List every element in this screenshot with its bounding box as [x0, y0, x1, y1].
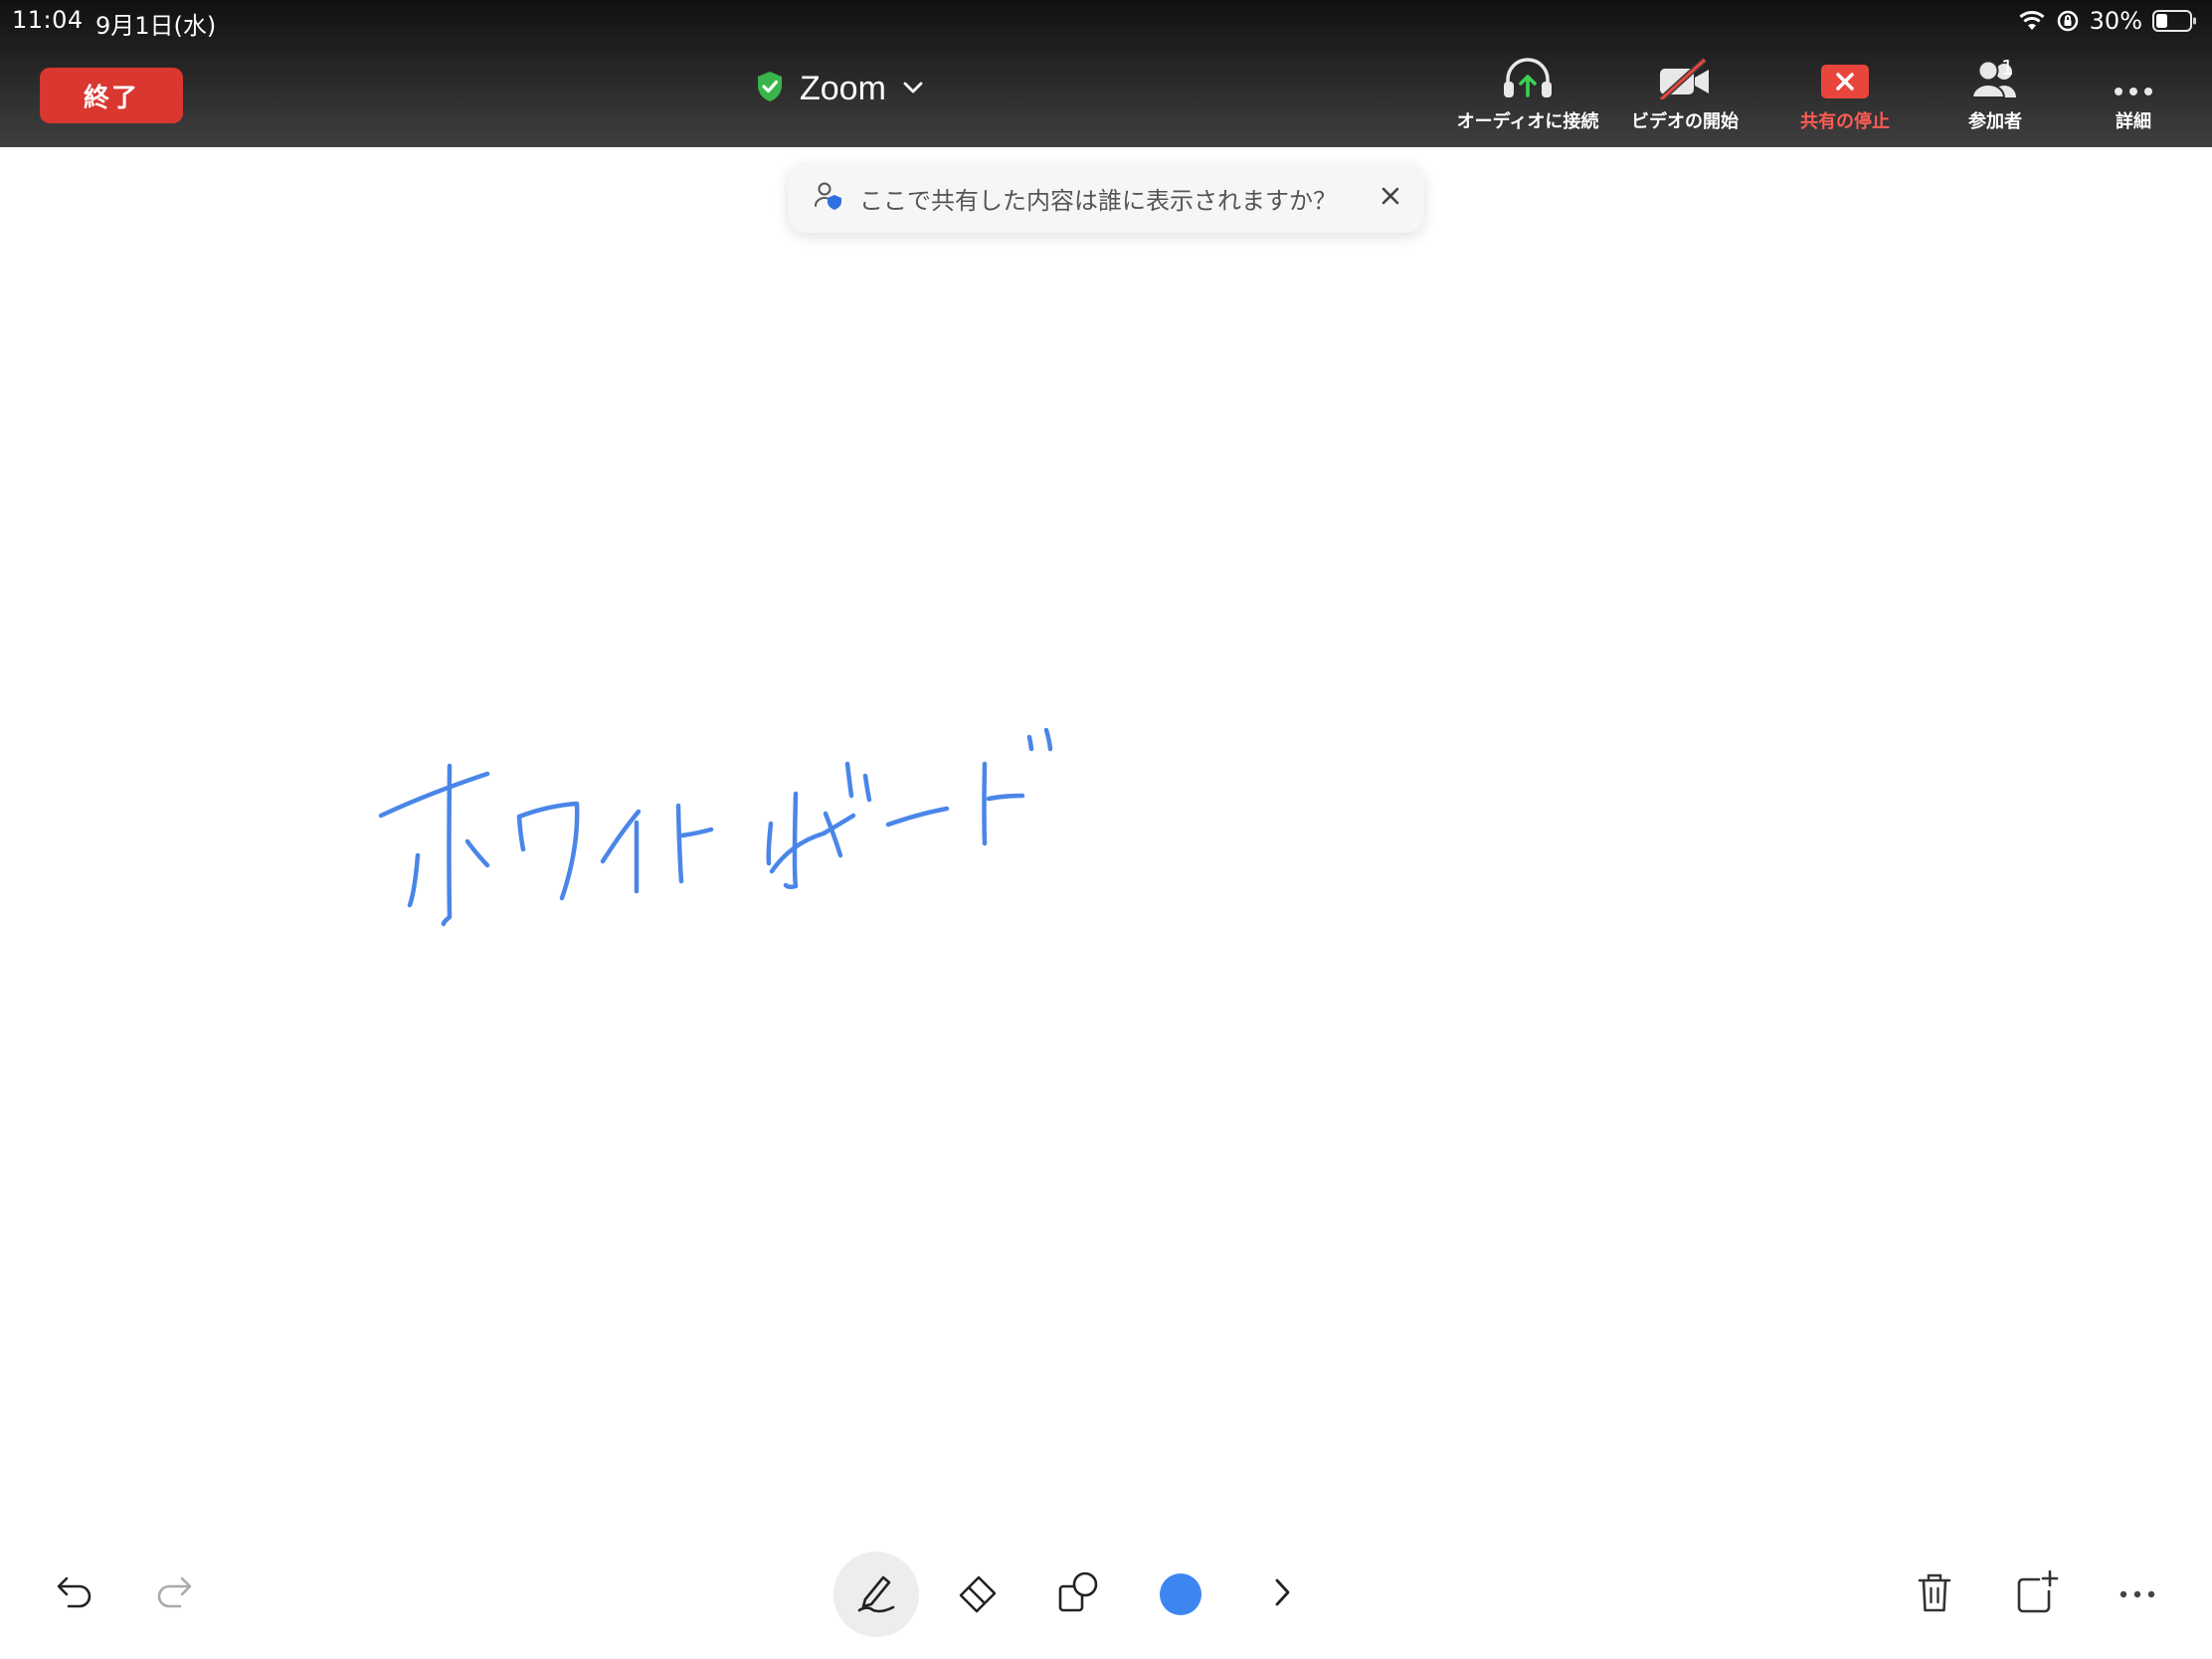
whiteboard-canvas[interactable]: [0, 147, 2212, 1530]
rotation-lock-icon: [2056, 9, 2080, 33]
connect-audio-label: オーディオに接続: [1456, 111, 1599, 132]
annotation-toolbar: [0, 1530, 2212, 1659]
status-indicators: 30%: [2018, 6, 2198, 36]
meeting-title[interactable]: Zoom: [756, 66, 924, 111]
shapes-icon: [1055, 1568, 1103, 1620]
expand-toolbar-button[interactable]: [1239, 1552, 1325, 1637]
eraser-icon: [955, 1569, 1001, 1619]
shield-check-icon: [756, 71, 784, 106]
chevron-down-icon: [902, 80, 924, 98]
more-details-button[interactable]: 詳細: [2079, 56, 2188, 135]
stop-share-button[interactable]: 共有の停止: [1765, 56, 1925, 135]
more-horizontal-icon: [2112, 56, 2155, 99]
meeting-name: Zoom: [800, 69, 886, 107]
more-icon: [2118, 1585, 2157, 1604]
participants-icon: [1968, 56, 2022, 99]
battery-icon: [2152, 9, 2198, 33]
battery-percent: 30%: [2089, 7, 2142, 35]
eraser-tool-button[interactable]: [935, 1552, 1020, 1637]
status-date: 9月1日(水): [95, 12, 217, 40]
more-options-button[interactable]: [2095, 1552, 2180, 1637]
undo-button[interactable]: [32, 1552, 117, 1637]
start-video-button[interactable]: ビデオの開始: [1605, 56, 1764, 135]
participants-button[interactable]: 1 参加者: [1936, 56, 2055, 135]
delete-button[interactable]: [1892, 1552, 1977, 1637]
color-picker-button[interactable]: [1138, 1552, 1223, 1637]
participants-label: 参加者: [1968, 111, 2022, 132]
stop-share-label: 共有の停止: [1800, 111, 1890, 132]
headphones-icon: [1502, 56, 1554, 99]
pen-icon: [853, 1569, 899, 1619]
trash-icon: [1915, 1570, 1954, 1618]
redo-button[interactable]: [131, 1552, 217, 1637]
undo-icon: [55, 1574, 94, 1614]
shapes-tool-button[interactable]: [1036, 1552, 1122, 1637]
top-bar: 11:04 9月1日(水) 30% 終了 Zoom オーディオに接続 ビデオの開…: [0, 0, 2212, 147]
start-video-label: ビデオの開始: [1631, 111, 1739, 132]
end-meeting-button[interactable]: 終了: [40, 68, 183, 123]
selected-color-swatch: [1160, 1573, 1201, 1615]
chevron-right-icon: [1270, 1575, 1294, 1613]
video-off-icon: [1657, 56, 1713, 99]
handwritten-drawing: [378, 727, 1053, 927]
pen-tool-button[interactable]: [833, 1552, 919, 1637]
add-page-button[interactable]: [1993, 1552, 2079, 1637]
stop-share-icon: [1820, 56, 1870, 99]
participants-count: 1: [2001, 56, 2014, 80]
status-time: 11:04: [12, 6, 84, 34]
connect-audio-button[interactable]: オーディオに接続: [1448, 56, 1607, 135]
add-page-icon: [2013, 1569, 2059, 1619]
redo-icon: [154, 1574, 194, 1614]
more-details-label: 詳細: [2116, 111, 2151, 132]
wifi-icon: [2018, 10, 2046, 32]
